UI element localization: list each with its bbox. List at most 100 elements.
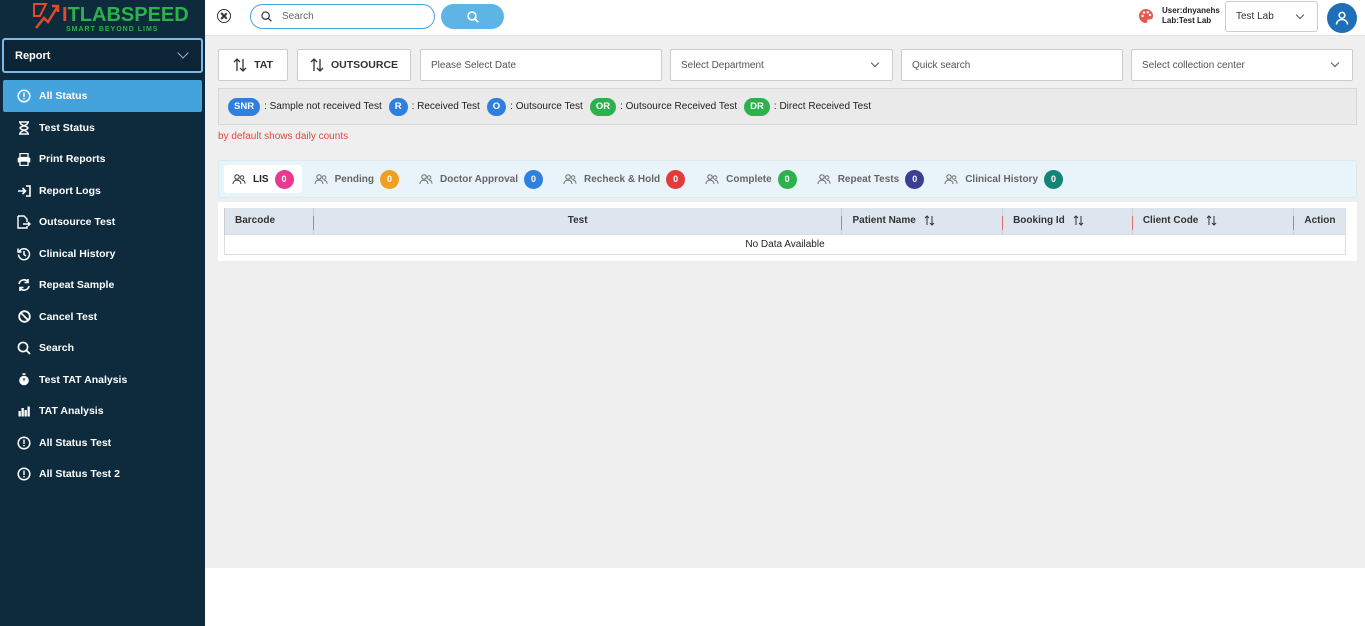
legend-text: : Direct Received Test bbox=[773, 101, 871, 112]
alert-circle-icon bbox=[17, 89, 31, 103]
table-header-row: Barcode Test Patient Name Booking Id Cli… bbox=[224, 208, 1346, 234]
search-icon bbox=[261, 11, 272, 22]
collection-center-select[interactable]: Select collection center bbox=[1131, 49, 1353, 81]
tab-count-badge: 0 bbox=[905, 169, 925, 189]
sidebar-item-search[interactable]: Search bbox=[0, 332, 205, 364]
main-content: TAT OUTSOURCE Select Department Select c… bbox=[205, 36, 1365, 568]
sidebar-item-repeat-sample[interactable]: Repeat Sample bbox=[0, 269, 205, 301]
brand-name-rest: TLABSPEED bbox=[67, 4, 189, 26]
stopwatch-icon bbox=[17, 373, 31, 387]
lab-select[interactable]: Test Lab bbox=[1225, 1, 1318, 32]
status-legend: SNR : Sample not received Test R : Recei… bbox=[218, 88, 1357, 125]
tab-label: LIS bbox=[253, 173, 269, 185]
sidebar-item-label: All Status bbox=[39, 90, 88, 102]
sidebar-item-all-status[interactable]: All Status bbox=[3, 80, 202, 112]
column-header-barcode[interactable]: Barcode bbox=[224, 208, 314, 234]
tab-label: Doctor Approval bbox=[440, 173, 518, 185]
report-module-select[interactable]: Report bbox=[2, 38, 203, 73]
alert-circle-icon bbox=[17, 435, 31, 450]
sign-in-icon bbox=[17, 184, 31, 198]
users-icon bbox=[817, 173, 831, 184]
column-header-patient-name[interactable]: Patient Name bbox=[841, 208, 1003, 234]
users-icon bbox=[944, 173, 958, 184]
empty-table-message: No Data Available bbox=[224, 233, 1346, 255]
quick-search-field[interactable] bbox=[901, 49, 1123, 81]
column-header-label: Patient Name bbox=[852, 215, 916, 227]
top-bar: User:dnyanehs Lab:Test Lab Test Lab bbox=[205, 0, 1365, 36]
users-icon bbox=[563, 173, 577, 184]
sidebar-item-label: Test Status bbox=[39, 121, 95, 134]
user-icon bbox=[1335, 11, 1349, 25]
tat-sort-button[interactable]: TAT bbox=[218, 49, 288, 81]
date-input[interactable] bbox=[431, 59, 647, 71]
chevron-down-icon bbox=[870, 58, 880, 68]
tab-lis[interactable]: LIS 0 bbox=[224, 165, 302, 193]
legend-code-badge: R bbox=[388, 97, 408, 116]
sort-icon[interactable] bbox=[1206, 215, 1217, 226]
column-divider bbox=[1131, 216, 1133, 230]
legend-item-dr: DR : Direct Received Test bbox=[744, 97, 871, 116]
sidebar-item-all-status-test-2[interactable]: All Status Test 2 bbox=[0, 458, 205, 490]
logo-mark-icon bbox=[33, 3, 60, 29]
tab-pending[interactable]: Pending 0 bbox=[306, 165, 407, 193]
user-name: User:dnyanehs bbox=[1162, 6, 1220, 15]
status-tabs: LIS 0 Pending 0 Doctor Approval 0 Rechec… bbox=[218, 160, 1357, 198]
sort-icon[interactable] bbox=[1073, 215, 1084, 226]
search-button[interactable] bbox=[441, 4, 504, 29]
sort-icon[interactable] bbox=[924, 215, 935, 226]
sidebar-item-label: All Status Test 2 bbox=[39, 468, 120, 480]
brand-tagline: SMART BEYOND LIMS bbox=[66, 26, 159, 33]
collection-center-placeholder: Select collection center bbox=[1142, 59, 1245, 71]
column-header-client-code[interactable]: Client Code bbox=[1131, 208, 1294, 234]
tab-repeat-tests[interactable]: Repeat Tests 0 bbox=[809, 165, 933, 193]
date-picker[interactable] bbox=[420, 49, 662, 81]
ban-icon bbox=[17, 310, 31, 324]
tab-recheck-hold[interactable]: Recheck & Hold 0 bbox=[555, 165, 693, 193]
file-export-icon bbox=[17, 215, 31, 229]
sort-icon bbox=[310, 58, 324, 72]
users-icon bbox=[232, 173, 246, 184]
user-lab: Lab:Test Lab bbox=[1162, 16, 1212, 25]
tab-count-badge: 0 bbox=[1044, 169, 1064, 189]
sidebar-item-label: Clinical History bbox=[39, 247, 116, 260]
column-header-label: Client Code bbox=[1142, 215, 1199, 227]
results-table: Barcode Test Patient Name Booking Id Cli… bbox=[224, 208, 1346, 255]
close-icon[interactable] bbox=[217, 9, 231, 23]
sidebar-item-tat-analysis[interactable]: TAT Analysis bbox=[0, 395, 205, 427]
tab-complete[interactable]: Complete 0 bbox=[697, 165, 805, 193]
department-select[interactable]: Select Department bbox=[670, 49, 893, 81]
legend-code-badge: O bbox=[486, 97, 507, 116]
legend-code-badge: OR bbox=[589, 97, 617, 116]
column-header-test[interactable]: Test bbox=[312, 208, 842, 234]
brand-name: ITLABSPEED bbox=[62, 5, 189, 25]
bar-chart-icon bbox=[17, 404, 31, 418]
sort-icon bbox=[233, 58, 247, 72]
sidebar-item-cancel-test[interactable]: Cancel Test bbox=[0, 301, 205, 333]
tab-doctor-approval[interactable]: Doctor Approval 0 bbox=[411, 165, 551, 193]
legend-item-snr: SNR : Sample not received Test bbox=[228, 97, 382, 116]
sidebar-item-all-status-test[interactable]: All Status Test bbox=[0, 427, 205, 459]
column-header-booking-id[interactable]: Booking Id bbox=[1002, 208, 1133, 234]
legend-text: : Outsource Received Test bbox=[620, 101, 738, 112]
sidebar: ITLABSPEED SMART BEYOND LIMS Report All … bbox=[0, 0, 205, 626]
sidebar-item-clinical-history[interactable]: Clinical History bbox=[0, 238, 205, 270]
user-avatar[interactable] bbox=[1327, 3, 1357, 33]
table-row: No Data Available bbox=[224, 233, 1346, 255]
sidebar-item-label: TAT Analysis bbox=[39, 405, 104, 417]
sidebar-item-test-tat-analysis[interactable]: Test TAT Analysis bbox=[0, 364, 205, 396]
palette-icon[interactable] bbox=[1138, 8, 1154, 24]
search-input[interactable] bbox=[282, 11, 412, 22]
quick-search-input[interactable] bbox=[912, 59, 1108, 71]
outsource-sort-button[interactable]: OUTSOURCE bbox=[297, 49, 411, 81]
footer-area bbox=[205, 568, 1365, 626]
legend-item-o: O : Outsource Test bbox=[486, 97, 583, 116]
sidebar-item-print-reports[interactable]: Print Reports bbox=[0, 143, 205, 175]
sidebar-item-test-status[interactable]: Test Status bbox=[0, 112, 205, 144]
legend-item-or: OR : Outsource Received Test bbox=[589, 97, 738, 116]
column-divider bbox=[1002, 216, 1004, 230]
sidebar-item-report-logs[interactable]: Report Logs bbox=[0, 175, 205, 207]
sidebar-item-outsource-test[interactable]: Outsource Test bbox=[0, 206, 205, 238]
sidebar-menu: All Status Test Status Print Reports Rep… bbox=[0, 80, 205, 490]
tab-count-badge: 0 bbox=[666, 169, 686, 189]
tab-clinical-history[interactable]: Clinical History 0 bbox=[936, 165, 1071, 193]
